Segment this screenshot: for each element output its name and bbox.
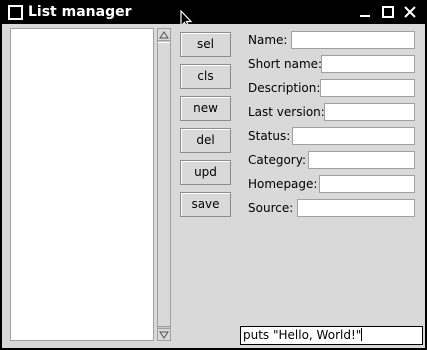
scroll-down-button[interactable] (158, 328, 170, 340)
items-listbox[interactable] (10, 28, 154, 341)
category-field[interactable] (308, 151, 415, 169)
client-area: sel cls new del upd save Name: Short nam… (2, 24, 425, 348)
name-field[interactable] (291, 31, 415, 49)
console-text: puts "Hello, World!" (243, 328, 362, 342)
last-version-field[interactable] (324, 103, 415, 121)
category-label: Category: (248, 153, 306, 167)
del-button[interactable]: del (180, 128, 231, 153)
minimize-icon[interactable] (357, 4, 373, 20)
maximize-icon[interactable] (380, 4, 396, 20)
listbox-scrollbar[interactable] (157, 28, 171, 341)
window-title: List manager (28, 4, 132, 20)
name-label: Name: (248, 33, 288, 47)
source-label: Source: (248, 201, 294, 215)
status-label: Status: (248, 129, 291, 143)
scroll-thumb[interactable] (158, 42, 170, 327)
title-bar[interactable]: List manager (0, 0, 427, 29)
short-name-field[interactable] (321, 55, 415, 73)
list-manager-window: List manager sel cls new del upd save Na… (0, 0, 427, 350)
new-button[interactable]: new (180, 96, 231, 121)
text-caret (361, 328, 363, 341)
close-icon[interactable] (402, 4, 418, 20)
short-name-label: Short name: (248, 57, 323, 71)
triangle-up-icon (159, 31, 169, 39)
save-button[interactable]: save (180, 192, 231, 217)
scroll-up-button[interactable] (158, 29, 170, 41)
cls-button[interactable]: cls (180, 64, 231, 89)
homepage-label: Homepage: (248, 177, 318, 191)
last-version-label: Last version: (248, 105, 325, 119)
description-label: Description: (248, 81, 321, 95)
source-field[interactable] (297, 199, 415, 217)
console-input[interactable]: puts "Hello, World!" (240, 326, 423, 345)
description-field[interactable] (320, 79, 415, 97)
triangle-down-icon (159, 331, 169, 339)
status-field[interactable] (292, 127, 415, 145)
app-square-icon (8, 5, 23, 20)
sel-button[interactable]: sel (180, 32, 231, 57)
homepage-field[interactable] (319, 175, 415, 193)
upd-button[interactable]: upd (180, 160, 231, 185)
